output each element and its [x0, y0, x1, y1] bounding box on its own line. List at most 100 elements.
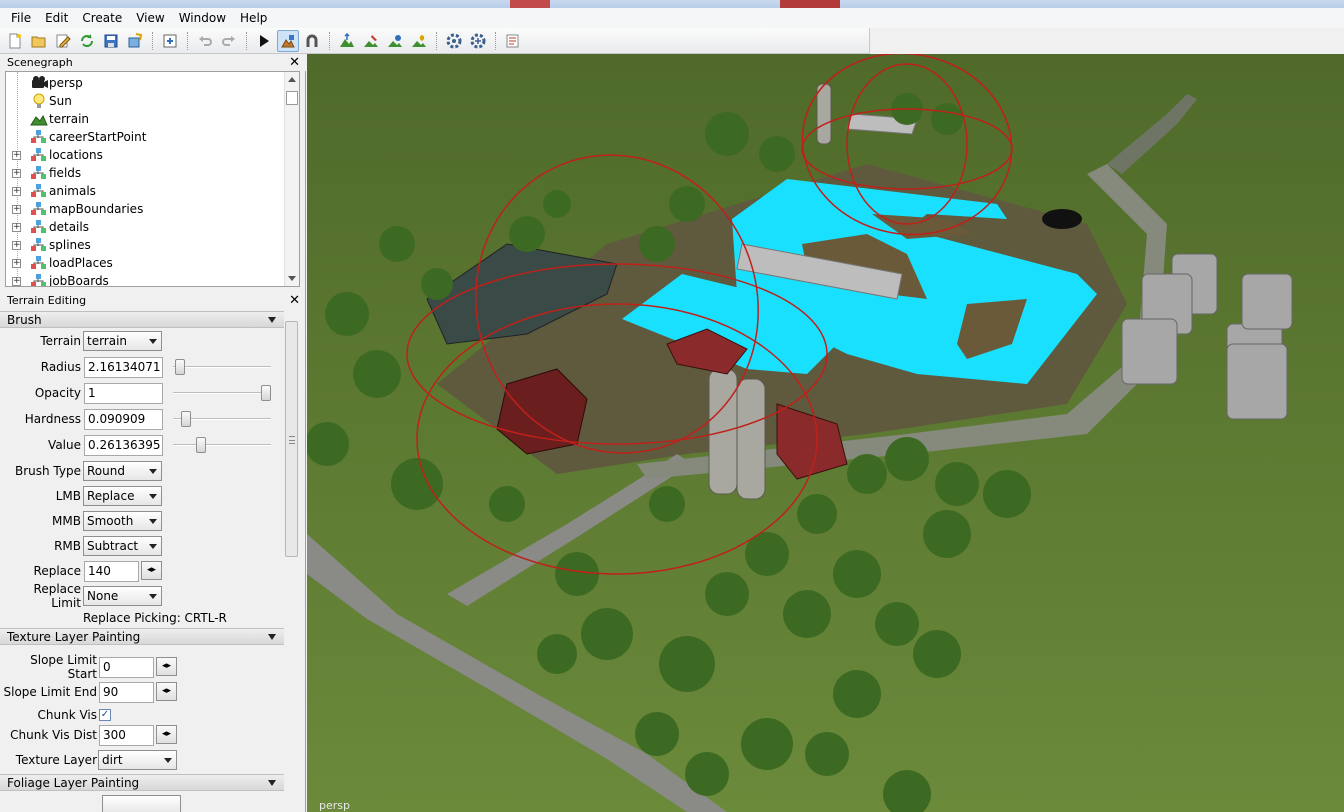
scrollbar-thumb[interactable] [285, 321, 298, 557]
open-button[interactable] [28, 30, 50, 52]
scenegraph-item-locations[interactable]: + locations [6, 146, 286, 164]
scroll-down-icon[interactable] [288, 276, 296, 281]
radius-slider[interactable] [173, 359, 271, 375]
expand-plus-icon[interactable]: + [12, 150, 21, 160]
terrain-raise-button[interactable] [336, 30, 358, 52]
menu-view[interactable]: View [129, 8, 171, 28]
replace-label: Replace [33, 564, 81, 578]
texture-section-header[interactable]: Texture Layer Painting [0, 628, 284, 645]
lmb-label: LMB [55, 489, 81, 503]
menu-help[interactable]: Help [233, 8, 274, 28]
redo-button[interactable] [218, 30, 240, 52]
script-button[interactable] [502, 30, 524, 52]
scenegraph-item-careerStartPoint[interactable]: careerStartPoint [6, 128, 286, 146]
expand-plus-icon[interactable]: + [12, 258, 21, 268]
3d-viewport[interactable]: persp [307, 54, 1344, 812]
scenegraph-scrollbar[interactable] [284, 72, 299, 286]
value-value: 0.26136395 [88, 437, 161, 452]
chunk-vis-dist-field[interactable]: 300 [99, 724, 154, 746]
replace-limit-select[interactable]: None [83, 586, 162, 606]
opacity-slider[interactable] [173, 385, 271, 401]
slider-handle[interactable] [175, 359, 185, 375]
expand-plus-icon[interactable]: + [12, 276, 21, 286]
slider-handle[interactable] [181, 411, 191, 427]
value-slider[interactable] [173, 437, 271, 453]
replace-spinner[interactable]: ◂▸ [141, 561, 162, 580]
chunk-vis-checkbox[interactable]: ✓ [99, 709, 111, 721]
mmb-select[interactable]: Smooth [83, 511, 162, 531]
toolbar-separator [152, 31, 153, 50]
magnet-button[interactable] [301, 30, 323, 52]
settings-button[interactable] [443, 30, 465, 52]
new-button[interactable] [4, 30, 26, 52]
terrain-select[interactable]: terrain [83, 331, 162, 351]
slope-end-field[interactable]: 90 [99, 681, 154, 703]
brush-section-header[interactable]: Brush [0, 311, 284, 328]
save-button[interactable] [100, 30, 122, 52]
scenegraph-item-details[interactable]: + details [6, 218, 286, 236]
undo-icon [199, 35, 212, 46]
collapse-arrow-icon[interactable] [268, 633, 276, 640]
scenegraph-item-mapBoundaries[interactable]: + mapBoundaries [6, 200, 286, 218]
scroll-up-icon[interactable] [288, 77, 296, 82]
value-field[interactable]: 0.26136395 [84, 434, 163, 456]
undo-button[interactable] [194, 30, 216, 52]
texture-layer-select[interactable]: dirt [98, 750, 177, 770]
scenegraph-item-terrain[interactable]: terrain [6, 110, 286, 128]
lmb-select[interactable]: Replace [83, 486, 162, 506]
play-button[interactable] [253, 30, 275, 52]
scenegraph-tree[interactable]: persp Sun terrain careerStartPoint + location… [5, 71, 300, 287]
scenegraph-item-Sun[interactable]: Sun [6, 92, 286, 110]
menu-window[interactable]: Window [172, 8, 233, 28]
scenegraph-item-loadPlaces[interactable]: + loadPlaces [6, 254, 286, 272]
expand-plus-icon[interactable]: + [12, 240, 21, 250]
terrain-tool-button[interactable] [277, 29, 299, 52]
menu-create[interactable]: Create [75, 8, 129, 28]
slider-handle[interactable] [196, 437, 206, 453]
menu-file[interactable]: File [4, 8, 38, 28]
expand-plus-icon[interactable]: + [12, 186, 21, 196]
slope-start-field[interactable]: 0 [99, 656, 154, 678]
scenegraph-item-splines[interactable]: + splines [6, 236, 286, 254]
slider-handle[interactable] [261, 385, 271, 401]
expand-plus-icon[interactable]: + [12, 168, 21, 178]
collapse-arrow-icon[interactable] [268, 779, 276, 786]
scenegraph-item-animals[interactable]: + animals [6, 182, 286, 200]
slope-end-spinner[interactable]: ◂▸ [156, 682, 177, 701]
brush-type-row: Brush Type Round [0, 460, 290, 482]
terrain-editing-close-icon[interactable]: ✕ [289, 294, 300, 307]
chunk-vis-dist-spinner[interactable]: ◂▸ [156, 725, 177, 744]
plant-button[interactable] [408, 30, 430, 52]
scenegraph-item-jobBoards[interactable]: + jobBoards [6, 272, 286, 286]
foliage-layer-select[interactable] [102, 795, 181, 812]
radius-field[interactable]: 2.16134071 [84, 356, 163, 378]
texture-layer-label: Texture Layer [15, 753, 97, 767]
brush-type-select[interactable]: Round [83, 461, 162, 481]
refresh-button[interactable] [76, 30, 98, 52]
rmb-select[interactable]: Subtract [83, 536, 162, 556]
foliage-section-header[interactable]: Foliage Layer Painting [0, 774, 284, 791]
hardness-slider[interactable] [173, 411, 271, 427]
expand-plus-icon[interactable]: + [12, 204, 21, 214]
menu-edit[interactable]: Edit [38, 8, 75, 28]
edit-button[interactable] [52, 30, 74, 52]
mmb-value: Smooth [87, 514, 134, 528]
export-button[interactable] [124, 30, 146, 52]
scenegraph-item-persp[interactable]: persp [6, 74, 286, 92]
scenegraph-item-label: fields [49, 166, 82, 180]
settings-alt-button[interactable] [467, 30, 489, 52]
slope-start-spinner[interactable]: ◂▸ [156, 657, 177, 676]
hardness-field[interactable]: 0.090909 [84, 408, 163, 430]
scenegraph-item-fields[interactable]: + fields [6, 164, 286, 182]
collapse-arrow-icon[interactable] [268, 316, 276, 323]
expand-plus-icon[interactable]: + [12, 222, 21, 232]
brush-type-value: Round [87, 464, 125, 478]
terrain-paint-button[interactable] [360, 30, 382, 52]
opacity-field[interactable]: 1 [84, 382, 163, 404]
foliage-button[interactable] [384, 30, 406, 52]
import-button[interactable] [159, 30, 181, 52]
replace-field[interactable]: 140 [84, 560, 139, 582]
scrollbar-thumb[interactable] [286, 91, 298, 105]
scenegraph-close-icon[interactable]: ✕ [289, 56, 300, 69]
terrain-editing-scrollbar[interactable] [285, 311, 298, 812]
